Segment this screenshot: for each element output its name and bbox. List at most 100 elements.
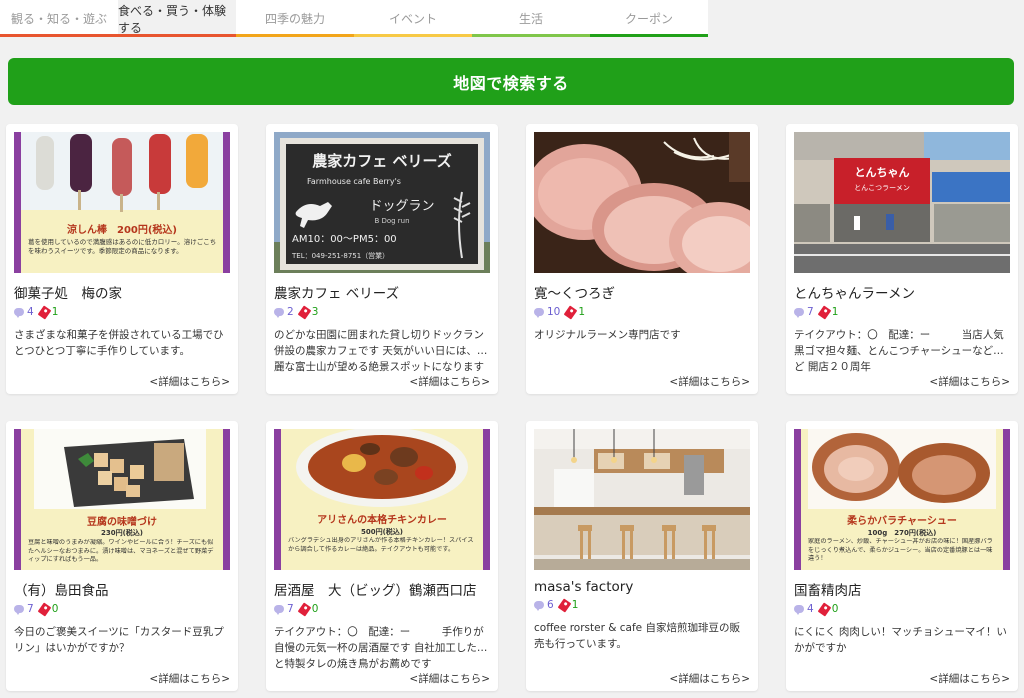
details-link[interactable]: <詳細はこちら>	[929, 374, 1010, 389]
comment-count: 2	[274, 306, 294, 318]
shop-thumbnail: 豆腐の味噌づけ 230円(税込) 豆腐と味噌のうまみが凝縮。ワインやビールに合う…	[14, 429, 230, 570]
shop-title[interactable]: （有）島田食品	[14, 579, 230, 599]
clip-count: 1	[37, 304, 58, 320]
details-link[interactable]: <詳細はこちら>	[149, 374, 230, 389]
clip-count: 1	[564, 304, 585, 320]
sweets-photo-image: 涼しん棒 200円(税込) 葛を使用しているので満腹感はあるのに低カロリー。溶け…	[14, 132, 230, 273]
shop-title[interactable]: 農家カフェ ベリーズ	[274, 282, 490, 302]
comment-bubble-icon	[534, 308, 544, 318]
shop-card[interactable]: アリさんの本格チキンカレー 500円(税込) バングラデシュ出身のアリさんが作る…	[266, 421, 498, 691]
signboard-subtitle: Farmhouse cafe Berry's	[307, 177, 401, 186]
shop-stats: 7 0	[14, 601, 230, 617]
clip-count: 1	[817, 304, 838, 320]
shop-title[interactable]: 居酒屋 大（ビッグ）鶴瀬西口店	[274, 579, 490, 599]
tab-see-know-play[interactable]: 観る・知る・遊ぶ	[0, 0, 118, 37]
tab-seasons[interactable]: 四季の魅力	[236, 0, 354, 37]
clip-tag-icon	[564, 304, 578, 320]
signboard-tel: TEL：049-251-8751（営業）	[291, 251, 389, 260]
shop-thumbnail: とんちゃん とんこつラーメン	[794, 132, 1010, 273]
category-tabs: 観る・知る・遊ぶ 食べる・買う・体験する 四季の魅力 イベント 生活 クーポン	[0, 0, 1024, 37]
comment-count: 7	[794, 306, 814, 318]
shop-title[interactable]: 寛～くつろぎ	[534, 282, 750, 302]
thumbnail-banner-text: 柔らかバラチャーシュー	[846, 515, 957, 527]
thumbnail-caption: 家庭のラーメン、炒飯、チャーシュー丼がお店の味に！国産豚バラをじっくり煮込んで、…	[808, 538, 993, 562]
chicken-curry-photo-image: アリさんの本格チキンカレー 500円(税込) バングラデシュ出身のアリさんが作る…	[274, 429, 490, 570]
tab-events[interactable]: イベント	[354, 0, 472, 37]
tofu-miso-photo-image: 豆腐の味噌づけ 230円(税込) 豆腐と味噌のうまみが凝縮。ワインやビールに合う…	[14, 429, 230, 570]
shop-card[interactable]: 涼しん棒 200円(税込) 葛を使用しているので満腹感はあるのに低カロリー。溶け…	[6, 124, 238, 394]
clip-tag-icon	[817, 601, 832, 617]
shop-stats: 7 1	[794, 304, 1010, 320]
comment-count: 6	[534, 599, 554, 611]
shop-card[interactable]: 寛～くつろぎ 10 1 オリジナルラーメン専門店です <詳細はこちら>	[526, 124, 758, 394]
shop-grid: 涼しん棒 200円(税込) 葛を使用しているので満腹感はあるのに低カロリー。溶け…	[6, 124, 1018, 691]
shop-card[interactable]: 農家カフェ ベリーズ Farmhouse cafe Berry's ドッグラン …	[266, 124, 498, 394]
details-link[interactable]: <詳細はこちら>	[929, 671, 1010, 686]
chashu-ramen-photo-image	[534, 132, 750, 273]
shop-description: テイクアウト：〇 配達：ー 手作りが自慢の元気一杯の居酒屋です 自社加工した…と…	[274, 626, 488, 670]
details-link[interactable]: <詳細はこちら>	[149, 671, 230, 686]
shop-title[interactable]: 国畜精肉店	[794, 579, 1010, 599]
thumbnail-caption: 葛を使用しているので満腹感はあるのに低カロリー。溶けごこちを味わうスイーツです。…	[28, 238, 217, 255]
cafe-signboard-image: 農家カフェ ベリーズ Farmhouse cafe Berry's ドッグラン …	[274, 132, 490, 273]
comment-count: 10	[534, 306, 560, 318]
clip-count: 1	[557, 597, 578, 613]
signboard-hours: AM10：00～PM5：00	[292, 234, 397, 245]
details-link[interactable]: <詳細はこちら>	[409, 671, 490, 686]
details-link[interactable]: <詳細はこちら>	[669, 671, 750, 686]
ramen-shop-storefront-image: とんちゃん とんこつラーメン	[794, 132, 1010, 273]
shop-stats: 2 3	[274, 304, 490, 320]
signboard-title: 農家カフェ ベリーズ	[312, 152, 451, 170]
shop-title[interactable]: 御菓子処 梅の家	[14, 282, 230, 302]
details-link[interactable]: <詳細はこちら>	[409, 374, 490, 389]
shop-description: オリジナルラーメン専門店です	[534, 329, 681, 341]
thumbnail-price: 500円(税込)	[361, 527, 403, 536]
clip-count: 0	[297, 601, 318, 617]
clip-tag-icon	[297, 601, 312, 617]
shop-card[interactable]: とんちゃん とんこつラーメン とんちゃんラーメン 7 1 テイクアウト：〇 配達…	[786, 124, 1018, 394]
storefront-sign-sub: とんこつラーメン	[854, 184, 910, 192]
comment-count: 4	[794, 603, 814, 615]
clip-tag-icon	[817, 304, 832, 320]
shop-thumbnail: アリさんの本格チキンカレー 500円(税込) バングラデシュ出身のアリさんが作る…	[274, 429, 490, 570]
shop-stats: 6 1	[534, 597, 750, 613]
tab-eat-buy-experience[interactable]: 食べる・買う・体験する	[118, 0, 236, 37]
shop-card[interactable]: masa's factory 6 1 coffee rorster & cafe…	[526, 421, 758, 691]
cafe-interior-photo-image	[534, 429, 750, 570]
details-link[interactable]: <詳細はこちら>	[669, 374, 750, 389]
thumbnail-price: 100g 270円(税込)	[868, 528, 937, 537]
storefront-sign-text: とんちゃん	[855, 166, 910, 179]
tab-coupon[interactable]: クーポン	[590, 0, 708, 37]
thumbnail-caption: 豆腐と味噌のうまみが凝縮。ワインやビールに合う！チーズにも似たヘルシーなおつまみ…	[28, 539, 214, 563]
thumbnail-banner-text: 涼しん棒 200円(税込)	[67, 223, 177, 236]
comment-count: 7	[14, 603, 34, 615]
tab-bar-filler	[708, 0, 1024, 37]
shop-thumbnail: 柔らかバラチャーシュー 100g 270円(税込) 家庭のラーメン、炒飯、チャー…	[794, 429, 1010, 570]
comment-bubble-icon	[14, 308, 24, 318]
shop-thumbnail: 農家カフェ ベリーズ Farmhouse cafe Berry's ドッグラン …	[274, 132, 490, 273]
shop-description: coffee rorster & cafe 自家焙煎珈琲豆の販売も行っています。	[534, 622, 740, 650]
shop-stats: 4 0	[794, 601, 1010, 617]
comment-bubble-icon	[794, 605, 804, 615]
shop-description: さまざまな和菓子を併設されている工場でひとつひとつ丁寧に手作りしています。	[14, 329, 224, 357]
comment-bubble-icon	[794, 308, 804, 318]
tab-life[interactable]: 生活	[472, 0, 590, 37]
thumbnail-caption: バングラデシュ出身のアリさんが作る本格チキンカレー！スパイスから調合して作るカレ…	[288, 537, 474, 553]
comment-count: 7	[274, 603, 294, 615]
clip-tag-icon	[37, 601, 52, 617]
comment-bubble-icon	[274, 308, 284, 318]
shop-stats: 4 1	[14, 304, 230, 320]
shop-description: にくにく 肉肉しい！マッチョシューマイ！いかがですか	[794, 626, 1007, 654]
shop-thumbnail: 涼しん棒 200円(税込) 葛を使用しているので満腹感はあるのに低カロリー。溶け…	[14, 132, 230, 273]
shop-card[interactable]: 柔らかバラチャーシュー 100g 270円(税込) 家庭のラーメン、炒飯、チャー…	[786, 421, 1018, 691]
clip-count: 0	[37, 601, 58, 617]
shop-stats: 10 1	[534, 304, 750, 320]
comment-bubble-icon	[14, 605, 24, 615]
shop-title[interactable]: masa's factory	[534, 579, 750, 595]
shop-title[interactable]: とんちゃんラーメン	[794, 282, 1010, 302]
clip-count: 0	[817, 601, 838, 617]
signboard-brand: ドッグラン	[369, 199, 434, 214]
map-search-button[interactable]: 地図で検索する	[8, 58, 1014, 105]
shop-card[interactable]: 豆腐の味噌づけ 230円(税込) 豆腐と味噌のうまみが凝縮。ワインやビールに合う…	[6, 421, 238, 691]
comment-bubble-icon	[534, 601, 544, 611]
